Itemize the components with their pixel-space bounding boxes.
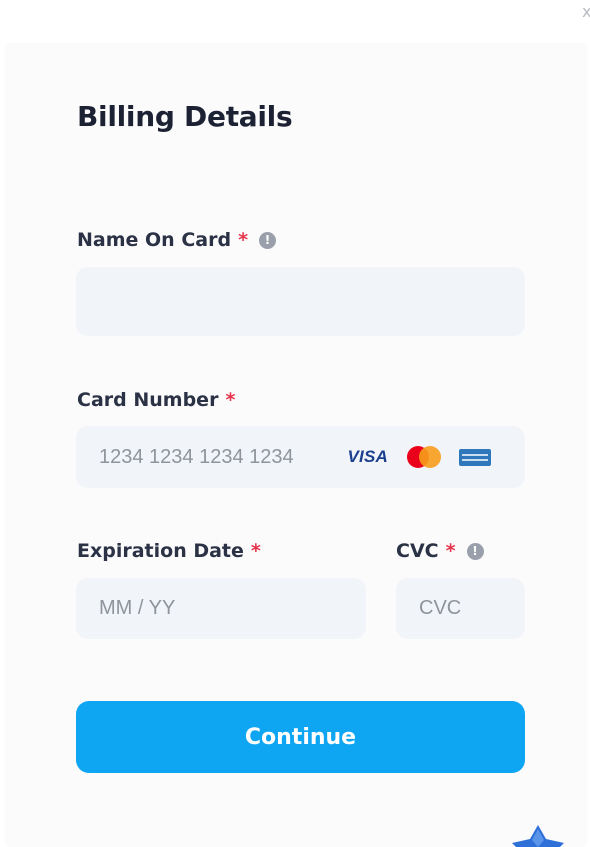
required-asterisk: * [225,389,236,411]
cvc-label-text: CVC [396,540,439,562]
name-on-card-label: Name On Card * ! [77,228,276,252]
info-icon[interactable]: ! [259,231,276,249]
required-asterisk: * [250,540,261,562]
card-number-label: Card Number * [77,388,235,412]
required-asterisk: * [238,229,248,251]
close-icon[interactable]: x [582,4,590,20]
cvc-input[interactable] [396,578,525,639]
name-on-card-input[interactable] [76,267,525,336]
cvc-label: CVC * ! [396,539,484,563]
page-title: Billing Details [77,100,293,133]
card-number-field: VISA [76,426,525,488]
continue-button[interactable]: Continue [76,701,525,773]
card-number-label-text: Card Number [77,389,219,411]
expiration-date-input[interactable] [76,578,366,639]
billing-screen: x Billing Details Name On Card * ! Card … [0,0,590,847]
expiration-date-label-text: Expiration Date [77,540,244,562]
star-icon [512,825,564,847]
name-on-card-field [76,267,525,336]
required-asterisk: * [445,540,456,562]
name-on-card-label-text: Name On Card [77,229,232,251]
card-number-input[interactable] [76,426,525,488]
expiration-date-label: Expiration Date * [77,539,261,563]
expiration-date-field [76,578,366,639]
cvc-field [396,578,525,639]
info-icon[interactable]: ! [466,542,484,560]
